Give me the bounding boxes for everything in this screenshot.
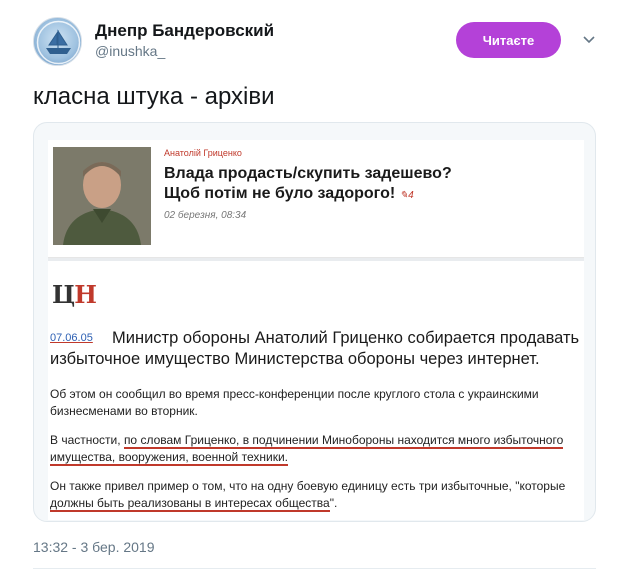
quote-date: 02 березня, 08:34 [164, 210, 247, 221]
article-date: 07.06.05 [50, 332, 93, 344]
attached-image[interactable]: Анатолій Гриценко Влада продасть/скупить… [33, 122, 596, 522]
logo-letter-right: Н [74, 280, 97, 309]
article-paragraph-2: В частности, по словам Гриценко, в подчи… [50, 432, 580, 466]
chevron-down-icon[interactable] [580, 30, 598, 48]
ship-emblem-icon [36, 20, 81, 65]
person-photo-icon [53, 147, 151, 245]
divider [33, 568, 596, 569]
logo-letter-left: Ц [52, 280, 75, 309]
quote-title-line2: Щоб потім не було задорого! [164, 185, 396, 202]
divider [48, 258, 584, 261]
tweet-timestamp[interactable]: 13:32 - 3 бер. 2019 [33, 539, 155, 555]
tweet-header: Днепр Бандеровский @inushka_ Читаєте [33, 17, 603, 67]
avatar[interactable] [33, 17, 82, 66]
news-logo: ЦН [52, 280, 97, 309]
comment-count: ✎4 [399, 190, 414, 201]
paragraph-2-underlined: по словам Гриценко, в подчинении Минобор… [50, 433, 564, 466]
author-handle[interactable]: @inushka_ [95, 43, 165, 59]
paragraph-3-intro: Он также привел пример о том, что на одн… [50, 479, 566, 493]
article-paragraph-3: Он также привел пример о том, что на одн… [50, 478, 580, 512]
paragraph-3-end: ". [329, 496, 338, 510]
quote-post: Анатолій Гриценко Влада продасть/скупить… [48, 140, 584, 258]
following-button[interactable]: Читаєте [456, 22, 561, 58]
tweet-text: класна штука - архіви [33, 83, 275, 110]
quote-title: Влада продасть/скупить задешево? Щоб пот… [164, 164, 464, 206]
paragraph-3-underlined: должны быть реализованы в интересах обще… [50, 496, 330, 512]
article-paragraph-1: Об этом он сообщил во время пресс-конфер… [50, 387, 539, 418]
quote-title-line1: Влада продасть/скупить задешево? [164, 165, 452, 182]
article-headline: Министр обороны Анатолий Гриценко собира… [50, 329, 580, 368]
author-name[interactable]: Днепр Бандеровский [95, 21, 274, 41]
article-screenshot: Анатолій Гриценко Влада продасть/скупить… [48, 140, 584, 520]
comment-count-value: 4 [408, 190, 414, 201]
paragraph-2-intro: В частности, [50, 433, 124, 447]
author-photo [53, 147, 151, 245]
quote-author: Анатолій Гриценко [164, 148, 242, 158]
